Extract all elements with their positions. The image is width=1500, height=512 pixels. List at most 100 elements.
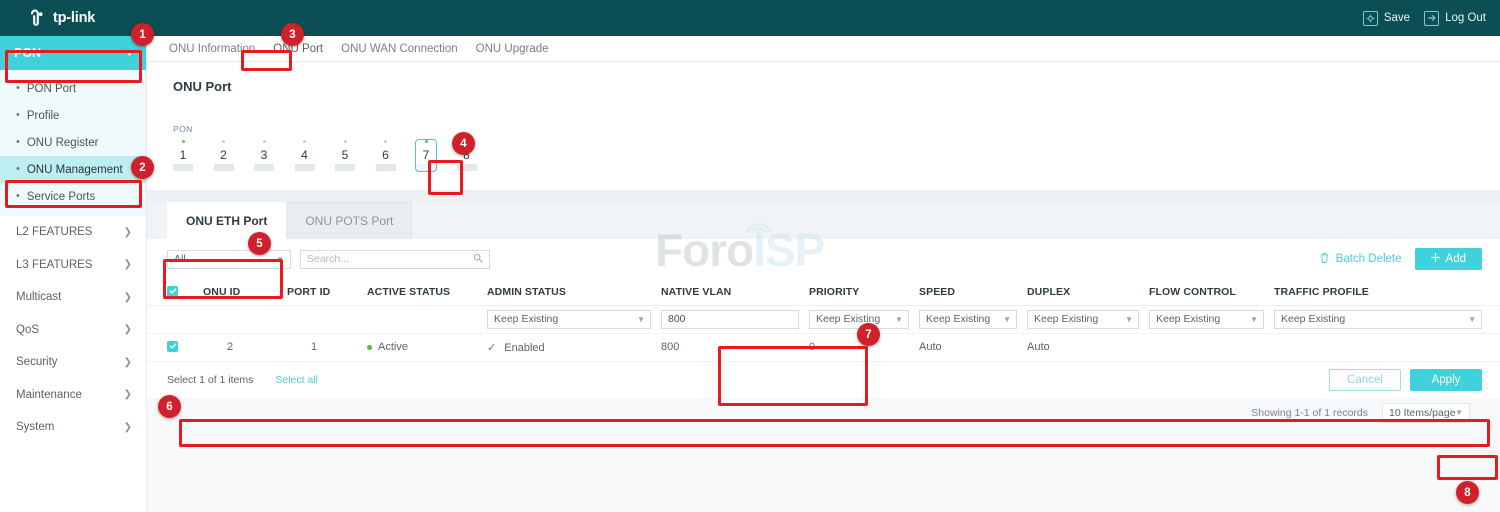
- pon-port-7[interactable]: 7: [416, 140, 436, 171]
- sidebar-group-label: System: [16, 421, 54, 433]
- cell-port-id: 1: [277, 333, 357, 361]
- row-checkbox[interactable]: [167, 341, 178, 352]
- cell-duplex: Auto: [1017, 333, 1139, 361]
- sidebar-item-maintenance[interactable]: Maintenance ❯: [0, 379, 146, 412]
- chevron-down-icon: ▼: [1125, 315, 1133, 324]
- sidebar-item-qos[interactable]: QoS ❯: [0, 314, 146, 347]
- apply-button[interactable]: Apply: [1410, 369, 1482, 391]
- tab-onu-upgrade[interactable]: ONU Upgrade: [467, 37, 558, 61]
- pon-port-selector: PON 1 2: [147, 94, 1500, 190]
- table-row[interactable]: 2 1 Active ✓ Enabled 800: [147, 333, 1500, 361]
- header-flow-control: FLOW CONTROL: [1139, 279, 1264, 305]
- pon-port-4[interactable]: 4: [295, 140, 315, 171]
- top-header-bar: tp-link Save Log Out: [0, 0, 1500, 36]
- speed-select[interactable]: Keep Existing ▼: [919, 310, 1017, 329]
- bullet-icon: •: [16, 137, 20, 148]
- tab-onu-port[interactable]: ONU Port: [264, 37, 332, 61]
- sidebar-item-multicast[interactable]: Multicast ❯: [0, 281, 146, 314]
- pon-port-list: 1 2 3: [173, 140, 1500, 171]
- pon-port-number: 6: [376, 148, 396, 162]
- page-size-value: 10 Items/page: [1389, 407, 1456, 419]
- pon-port-2[interactable]: 2: [214, 140, 234, 171]
- edit-native-vlan-cell: 800: [651, 305, 799, 333]
- tab-onu-eth-port[interactable]: ONU ETH Port: [167, 202, 286, 239]
- search-input[interactable]: Search...: [300, 250, 490, 269]
- page-size-select[interactable]: 10 Items/page ▼: [1382, 403, 1470, 423]
- admin-status-select[interactable]: Keep Existing ▼: [487, 310, 651, 329]
- edit-traffic-profile-cell: Keep Existing ▼: [1264, 305, 1500, 333]
- active-status-led-icon: [367, 345, 372, 350]
- pon-port-3[interactable]: 3: [254, 140, 274, 171]
- pon-port-6[interactable]: 6: [376, 140, 396, 171]
- filter-select[interactable]: All ▼: [167, 250, 291, 269]
- sidebar-item-l2-features[interactable]: L2 FEATURES ❯: [0, 216, 146, 249]
- logout-button[interactable]: Log Out: [1424, 11, 1486, 26]
- save-icon: [1363, 11, 1378, 26]
- cell-onu-id: 2: [193, 333, 277, 361]
- sidebar-group-label: Multicast: [16, 291, 61, 303]
- edit-onu-id-cell: [193, 305, 277, 333]
- pon-port-1[interactable]: 1: [173, 140, 193, 171]
- port-status-led-icon: [182, 140, 185, 143]
- native-vlan-value: 800: [668, 313, 686, 325]
- sidebar-item-l3-features[interactable]: L3 FEATURES ❯: [0, 249, 146, 282]
- pon-selector-label: PON: [173, 124, 1500, 134]
- pon-port-bar: [457, 164, 477, 171]
- sidebar-item-system[interactable]: System ❯: [0, 411, 146, 444]
- cell-speed: Auto: [909, 333, 1017, 361]
- port-status-led-icon: [465, 140, 468, 143]
- pagination-bar: Showing 1-1 of 1 records 10 Items/page ▼: [147, 398, 1500, 428]
- sidebar-item-security[interactable]: Security ❯: [0, 346, 146, 379]
- sidebar-item-service-ports[interactable]: • Service Ports: [0, 183, 146, 210]
- header-active-status: ACTIVE STATUS: [357, 279, 477, 305]
- select-all-checkbox[interactable]: [167, 286, 178, 297]
- pon-port-bar: [335, 164, 355, 171]
- cell-traffic-profile: [1264, 333, 1500, 361]
- add-button[interactable]: Add: [1415, 248, 1482, 270]
- sidebar-item-pon-port[interactable]: • PON Port: [0, 75, 146, 102]
- cell-flow-control: [1139, 333, 1264, 361]
- table-toolbar: All ▼ Search...: [147, 239, 1500, 279]
- tab-onu-information[interactable]: ONU Information: [160, 37, 264, 61]
- tp-link-logo-icon: [28, 9, 47, 28]
- sidebar-sub-label: Service Ports: [27, 191, 95, 203]
- native-vlan-input[interactable]: 800: [661, 310, 799, 329]
- pon-port-number: 1: [173, 148, 193, 162]
- tab-onu-pots-port[interactable]: ONU POTS Port: [286, 202, 412, 239]
- sidebar-item-onu-register[interactable]: • ONU Register: [0, 129, 146, 156]
- pon-port-bar: [295, 164, 315, 171]
- speed-value: Keep Existing: [926, 313, 990, 325]
- cell-active-status: Active: [357, 333, 477, 361]
- chevron-right-icon: ❯: [124, 292, 132, 303]
- pon-port-8[interactable]: 8: [457, 140, 477, 171]
- pon-port-number: 3: [254, 148, 274, 162]
- pon-port-bar: [214, 164, 234, 171]
- port-status-led-icon: [344, 140, 347, 143]
- sidebar-item-profile[interactable]: • Profile: [0, 102, 146, 129]
- edit-flow-control-cell: Keep Existing ▼: [1139, 305, 1264, 333]
- header-traffic-profile: TRAFFIC PROFILE: [1264, 279, 1500, 305]
- duplex-select[interactable]: Keep Existing ▼: [1027, 310, 1139, 329]
- edit-speed-cell: Keep Existing ▼: [909, 305, 1017, 333]
- priority-select[interactable]: Keep Existing ▼: [809, 310, 909, 329]
- sidebar-item-onu-management[interactable]: • ONU Management: [0, 156, 146, 183]
- pon-port-5[interactable]: 5: [335, 140, 355, 171]
- chevron-right-icon: ❯: [124, 324, 132, 335]
- priority-value: Keep Existing: [816, 313, 880, 325]
- traffic-profile-select[interactable]: Keep Existing ▼: [1274, 310, 1482, 329]
- logout-icon: [1424, 11, 1439, 26]
- port-status-led-icon: [263, 140, 266, 143]
- select-all-link[interactable]: Select all: [275, 374, 318, 386]
- sidebar-sub-label: ONU Register: [27, 137, 99, 149]
- port-status-led-icon: [303, 140, 306, 143]
- cancel-button[interactable]: Cancel: [1329, 369, 1401, 391]
- sidebar-item-pon[interactable]: PON ▾: [0, 36, 146, 70]
- flow-control-select[interactable]: Keep Existing ▼: [1149, 310, 1264, 329]
- batch-delete-button[interactable]: Batch Delete: [1319, 252, 1402, 267]
- chevron-down-icon: ▼: [637, 315, 645, 324]
- header-duplex: DUPLEX: [1017, 279, 1139, 305]
- sidebar-group-label: L3 FEATURES: [16, 259, 92, 271]
- save-button[interactable]: Save: [1363, 11, 1410, 26]
- tab-onu-wan-connection[interactable]: ONU WAN Connection: [332, 37, 467, 61]
- edit-duplex-cell: Keep Existing ▼: [1017, 305, 1139, 333]
